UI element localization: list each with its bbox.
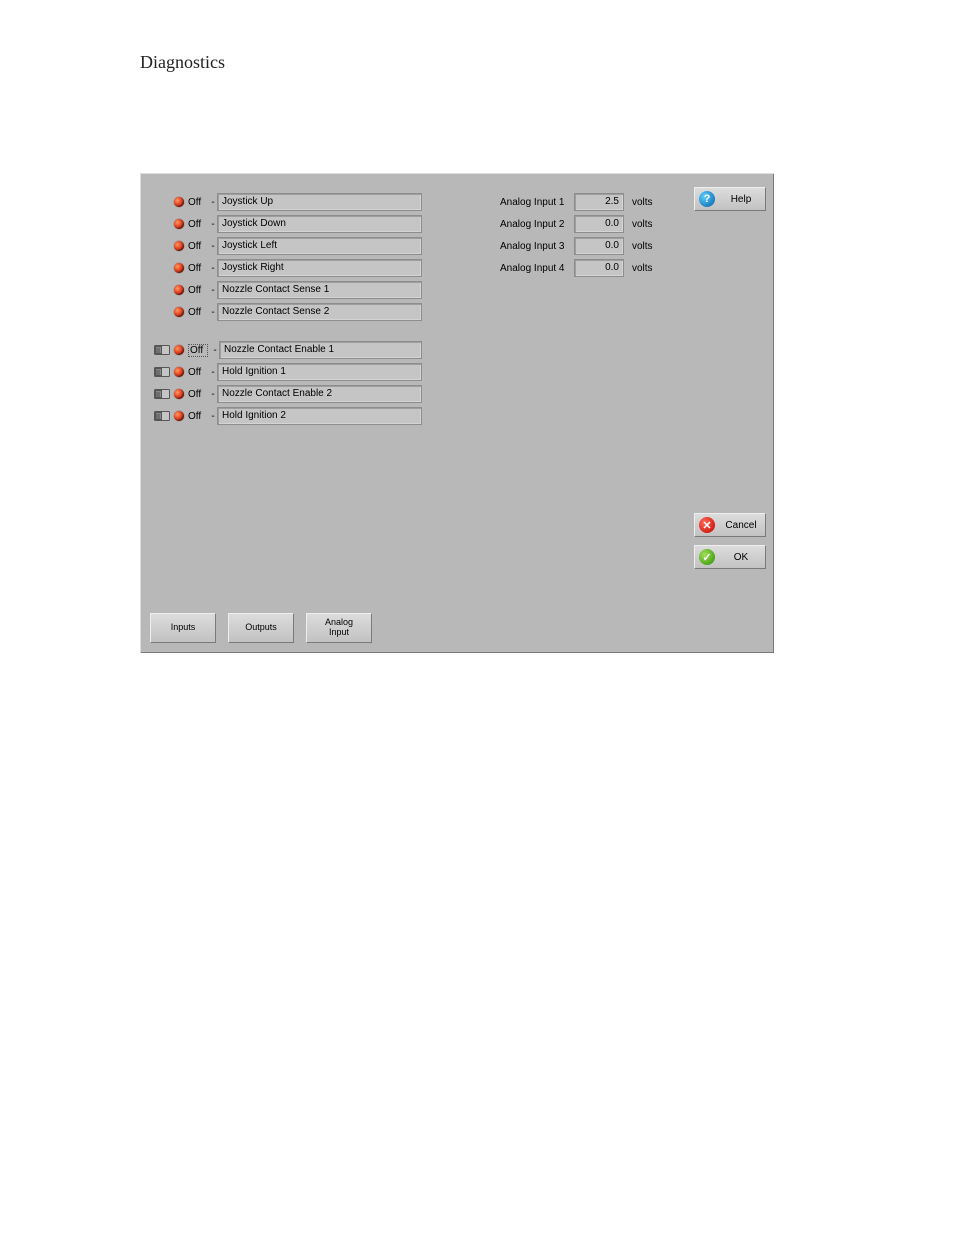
io-state: Off xyxy=(188,197,206,208)
help-label: Help xyxy=(721,194,761,205)
io-row: Off-Nozzle Contact Enable 2 xyxy=(154,383,422,405)
status-led-icon xyxy=(174,411,184,421)
analog-value: 2.5 xyxy=(574,193,624,211)
analog-row: Analog Input 20.0 volts xyxy=(500,213,680,235)
analog-label: Analog Input 1 xyxy=(500,197,574,208)
io-label: Nozzle Contact Enable 2 xyxy=(217,385,422,403)
analog-row: Analog Input 40.0 volts xyxy=(500,257,680,279)
status-led-icon xyxy=(174,367,184,377)
dash: - xyxy=(209,263,217,274)
diagnostics-panel: Off-Joystick UpOff-Joystick DownOff-Joys… xyxy=(140,173,774,653)
help-button[interactable]: ? Help xyxy=(694,187,766,211)
io-label: Hold Ignition 1 xyxy=(217,363,422,381)
ok-icon: ✓ xyxy=(699,549,715,565)
dash: - xyxy=(211,345,219,356)
io-state: Off xyxy=(188,219,206,230)
bottom-tab-bar: Inputs Outputs Analog Input xyxy=(150,613,372,643)
io-state: Off xyxy=(188,307,206,318)
dash: - xyxy=(209,197,217,208)
analog-unit: volts xyxy=(632,241,653,252)
io-row: Off-Nozzle Contact Sense 2 xyxy=(154,301,422,323)
io-state: Off xyxy=(188,263,206,274)
analog-value: 0.0 xyxy=(574,259,624,277)
io-label: Nozzle Contact Sense 1 xyxy=(217,281,422,299)
status-led-icon xyxy=(174,241,184,251)
analog-column: Analog Input 12.5voltsAnalog Input 20.0v… xyxy=(500,191,680,279)
analog-value: 0.0 xyxy=(574,215,624,233)
analog-row: Analog Input 12.5 volts xyxy=(500,191,680,213)
ok-label: OK xyxy=(721,552,761,563)
io-state[interactable]: Off xyxy=(188,411,206,422)
toggle-switch-icon[interactable] xyxy=(154,344,170,356)
cancel-button[interactable]: ✕ Cancel xyxy=(694,513,766,537)
io-label: Joystick Down xyxy=(217,215,422,233)
io-state: Off xyxy=(188,285,206,296)
page-title: Diagnostics xyxy=(140,52,225,73)
io-label: Joystick Up xyxy=(217,193,422,211)
io-label: Nozzle Contact Sense 2 xyxy=(217,303,422,321)
status-led-icon xyxy=(174,307,184,317)
analog-row: Analog Input 30.0 volts xyxy=(500,235,680,257)
status-led-icon xyxy=(174,345,184,355)
io-state[interactable]: Off xyxy=(188,389,206,400)
analog-label: Analog Input 3 xyxy=(500,241,574,252)
dash: - xyxy=(209,219,217,230)
tab-outputs[interactable]: Outputs xyxy=(228,613,294,643)
analog-label: Analog Input 4 xyxy=(500,263,574,274)
toggle-switch-icon[interactable] xyxy=(154,366,170,378)
dash: - xyxy=(209,307,217,318)
io-column: Off-Joystick UpOff-Joystick DownOff-Joys… xyxy=(154,191,422,427)
io-row: Off-Hold Ignition 1 xyxy=(154,361,422,383)
io-row: Off-Joystick Up xyxy=(154,191,422,213)
analog-label: Analog Input 2 xyxy=(500,219,574,230)
dash: - xyxy=(209,389,217,400)
io-state: Off xyxy=(188,241,206,252)
dash: - xyxy=(209,241,217,252)
io-row: Off-Nozzle Contact Sense 1 xyxy=(154,279,422,301)
io-state[interactable]: Off xyxy=(188,344,208,357)
status-led-icon xyxy=(174,263,184,273)
toggle-switch-icon[interactable] xyxy=(154,410,170,422)
cancel-icon: ✕ xyxy=(699,517,715,533)
io-label: Joystick Left xyxy=(217,237,422,255)
dash: - xyxy=(209,411,217,422)
help-icon: ? xyxy=(699,191,715,207)
io-row: Off-Nozzle Contact Enable 1 xyxy=(154,339,422,361)
io-row: Off-Joystick Left xyxy=(154,235,422,257)
io-row: Off-Hold Ignition 2 xyxy=(154,405,422,427)
io-label: Hold Ignition 2 xyxy=(217,407,422,425)
status-led-icon xyxy=(174,197,184,207)
analog-unit: volts xyxy=(632,263,653,274)
analog-unit: volts xyxy=(632,197,653,208)
dash: - xyxy=(209,367,217,378)
status-led-icon xyxy=(174,219,184,229)
cancel-label: Cancel xyxy=(721,520,761,531)
analog-unit: volts xyxy=(632,219,653,230)
io-label: Nozzle Contact Enable 1 xyxy=(219,341,422,359)
io-label: Joystick Right xyxy=(217,259,422,277)
status-led-icon xyxy=(174,389,184,399)
ok-button[interactable]: ✓ OK xyxy=(694,545,766,569)
dash: - xyxy=(209,285,217,296)
tab-inputs[interactable]: Inputs xyxy=(150,613,216,643)
analog-value: 0.0 xyxy=(574,237,624,255)
io-row: Off-Joystick Right xyxy=(154,257,422,279)
status-led-icon xyxy=(174,285,184,295)
tab-analog-input[interactable]: Analog Input xyxy=(306,613,372,643)
io-state[interactable]: Off xyxy=(188,367,206,378)
io-row: Off-Joystick Down xyxy=(154,213,422,235)
toggle-switch-icon[interactable] xyxy=(154,388,170,400)
